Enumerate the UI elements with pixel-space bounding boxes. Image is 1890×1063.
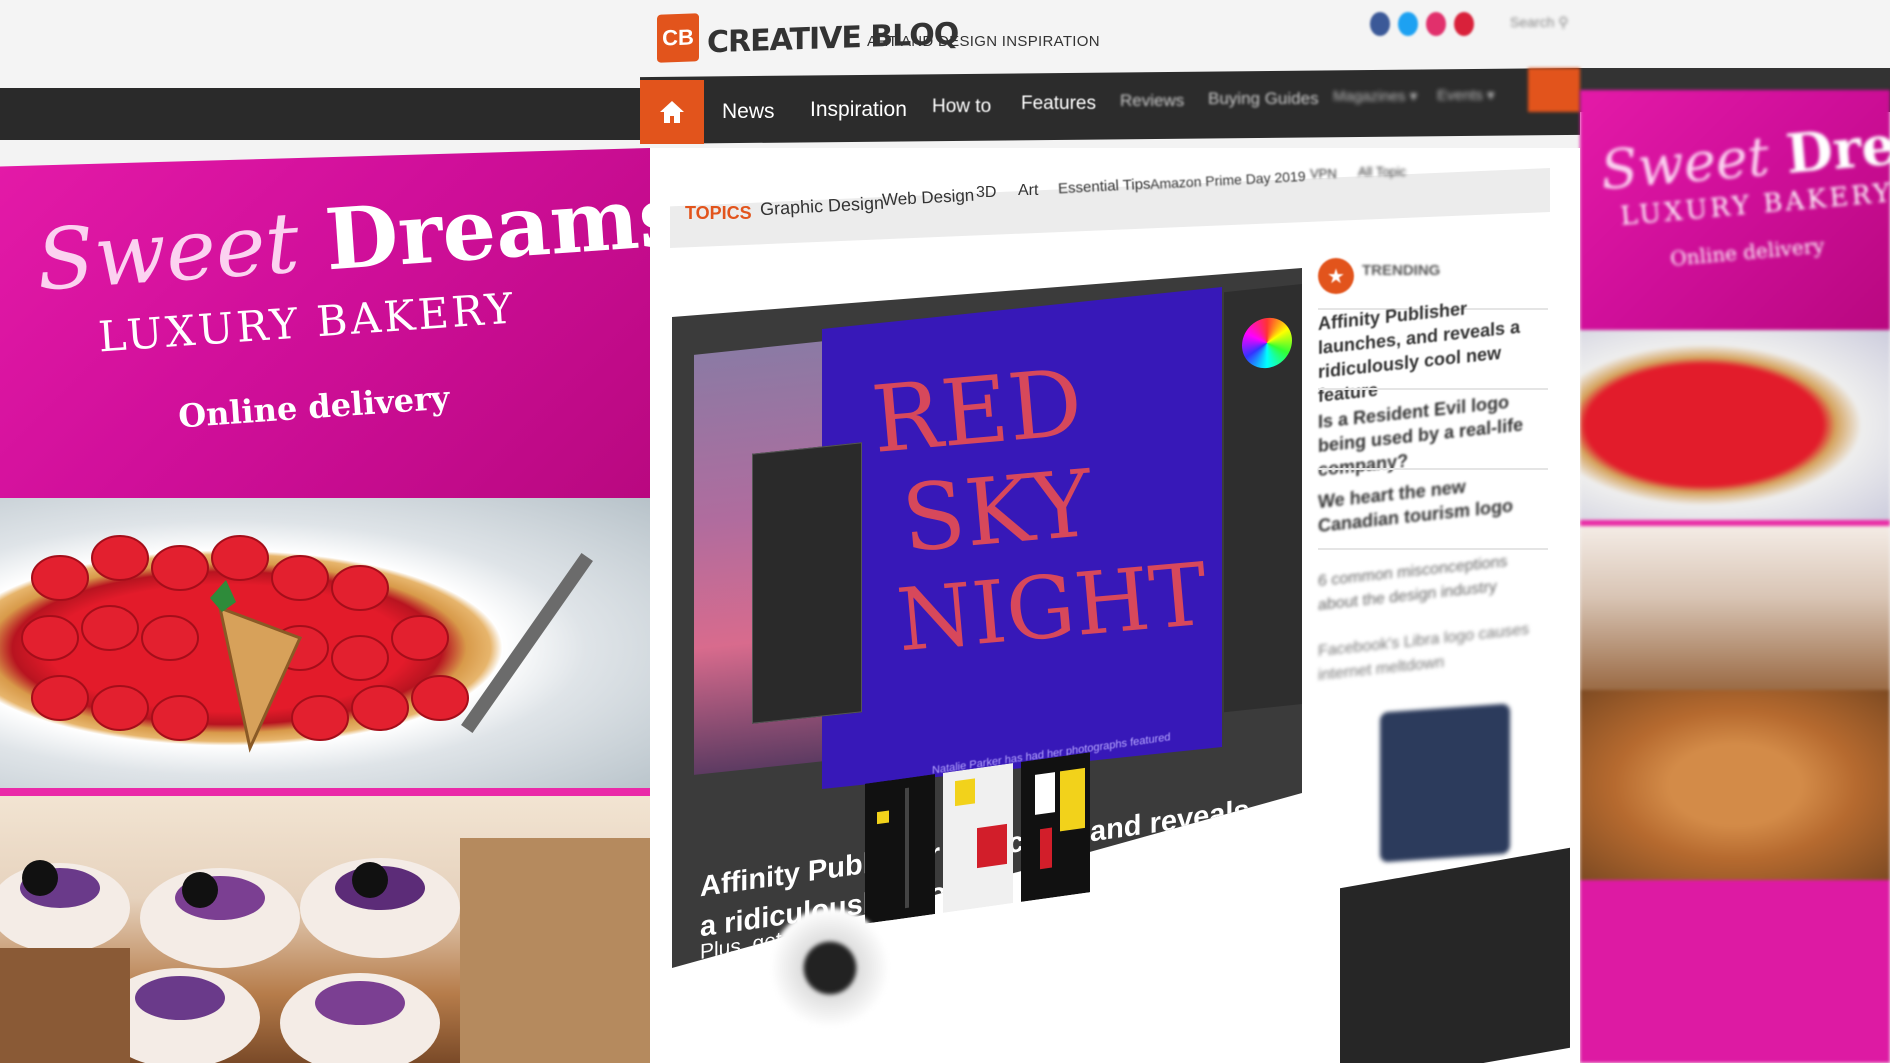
topic-art[interactable]: Art <box>1018 182 1038 200</box>
nav-item-how-to[interactable]: How to <box>932 96 991 118</box>
instagram-icon[interactable] <box>1426 12 1446 36</box>
home-icon <box>660 101 684 123</box>
art-word-sky: SKY <box>897 449 1097 574</box>
stylus-teaser-image[interactable] <box>770 908 890 1028</box>
hero-typography-panel <box>752 442 862 724</box>
search-button[interactable]: Search ⚲ <box>1510 14 1569 31</box>
facebook-icon[interactable] <box>1370 12 1390 36</box>
cupcake-pattern <box>0 838 650 1063</box>
cupcake-photo-right <box>1580 520 1890 690</box>
laptop-sleeve-image[interactable] <box>1380 703 1510 863</box>
ad-title-sweet: Sweet <box>33 193 303 310</box>
trending-item-5[interactable]: Facebook's Libra logo causes internet me… <box>1318 616 1548 688</box>
nav-item-reviews[interactable]: Reviews <box>1120 91 1184 111</box>
youtube-icon[interactable] <box>1454 12 1474 36</box>
ad-footer-right <box>1580 880 1890 1063</box>
topic-vpn[interactable]: VPN <box>1310 166 1337 181</box>
trending-item-4[interactable]: 6 common misconceptions about the design… <box>1318 546 1548 618</box>
tart-photo-right <box>1580 330 1890 520</box>
site-tagline: ART AND DESIGN INSPIRATION <box>867 33 1100 50</box>
nav-item-magazines[interactable]: Magazines ▾ <box>1333 87 1417 105</box>
trending-label: TRENDING <box>1362 262 1441 279</box>
home-button[interactable] <box>640 80 704 144</box>
topic-all-topics[interactable]: All Topic <box>1358 164 1406 179</box>
trending-star-icon: ★ <box>1318 258 1354 294</box>
main-content: TOPICS Graphic Design Web Design 3D Art … <box>650 148 1580 1063</box>
nav-item-events[interactable]: Events ▾ <box>1437 86 1495 104</box>
nav-cta-button[interactable] <box>1528 68 1580 112</box>
apple-teaser-card[interactable] <box>1340 847 1570 1063</box>
bakery-ad-left[interactable]: Sweet Dreams LUXURY BAKERY Online delive… <box>0 148 650 1063</box>
strawberry-pattern <box>21 535 593 753</box>
logo-mark: CB <box>657 13 699 63</box>
twitter-icon[interactable] <box>1398 12 1418 36</box>
bakery-ad-right[interactable]: Sweet Dreams LUXURY BAKERY Online delive… <box>1580 90 1890 1063</box>
topics-label: TOPICS <box>685 203 752 223</box>
nav-item-inspiration[interactable]: Inspiration <box>810 98 907 122</box>
browser-viewport: CB CREATIVE BLOQ ART AND DESIGN INSPIRAT… <box>0 0 1890 1063</box>
nav-item-buying-guides[interactable]: Buying Guides <box>1208 89 1319 109</box>
nav-bar-left <box>0 88 640 140</box>
nav-bar <box>640 68 1580 144</box>
topic-3d[interactable]: 3D <box>976 184 996 202</box>
social-links <box>1370 12 1474 36</box>
bread-photo-right <box>1580 690 1890 880</box>
nav-item-features[interactable]: Features <box>1021 93 1096 115</box>
nav-item-news[interactable]: News <box>722 100 775 124</box>
